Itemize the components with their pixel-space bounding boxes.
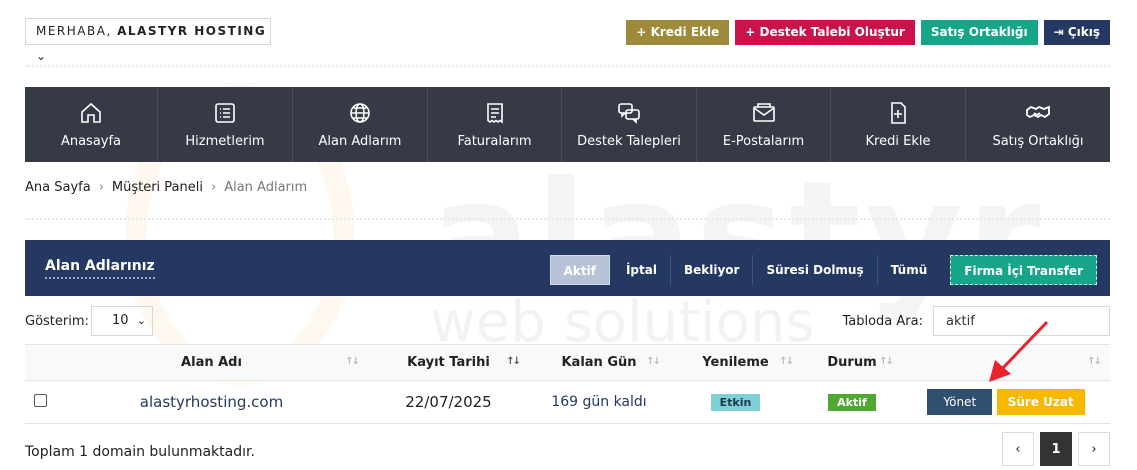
nav-label: Destek Talepleri [577, 133, 681, 149]
next-page-button[interactable]: › [1078, 432, 1110, 466]
mail-icon [752, 102, 775, 122]
filter-tab-cancelled[interactable]: İptal [613, 255, 671, 285]
panel-title: Alan Adlarınız [45, 258, 155, 279]
header-label: Alan Adı [181, 355, 242, 370]
filter-tab-active[interactable]: Aktif [549, 255, 610, 285]
nav-label: Hizmetlerim [185, 133, 265, 149]
nav-label: Satış Ortaklığı [992, 133, 1084, 149]
user-name: ALASTYR HOSTING [117, 24, 267, 38]
nav-item-add-credit[interactable]: Kredi Ekle [831, 87, 966, 162]
page-1-button[interactable]: 1 [1040, 432, 1072, 466]
row-checkbox[interactable] [33, 393, 47, 407]
page-size-select[interactable]: 10 ⌄ [91, 306, 153, 336]
manage-button[interactable]: Yönet [927, 389, 993, 415]
total-count: Toplam 1 domain bulunmaktadır. [25, 444, 255, 460]
extend-button[interactable]: Süre Uzat [996, 389, 1085, 415]
logout-button[interactable]: ⇥ Çıkış [1043, 20, 1110, 45]
status-badge: Aktif [828, 393, 876, 411]
filter-tab-expired[interactable]: Süresi Dolmuş [753, 255, 878, 285]
nav-label: Anasayfa [60, 133, 122, 149]
prev-page-button[interactable]: ‹ [1002, 432, 1034, 466]
watermark-text: alastyr [430, 150, 1045, 324]
table-row: alastyrhosting.com 22/07/2025 169 gün ka… [25, 380, 1110, 424]
top-actions: + Kredi Ekle + Destek Talebi Oluştur Sat… [626, 20, 1110, 45]
pagination: ‹ 1 › [1002, 432, 1110, 466]
handshake-icon [1026, 105, 1050, 118]
actions-cell: Yönet Süre Uzat [902, 380, 1110, 424]
logout-label: Çıkış [1067, 25, 1100, 39]
search-label: Tabloda Ara: [842, 314, 923, 329]
renewal-badge: Etkin [710, 393, 761, 411]
list-icon [215, 102, 235, 123]
header-label: Yenileme [702, 355, 769, 370]
affiliate-button[interactable]: Satış Ortaklığı [920, 20, 1038, 45]
nav-label: Faturalarım [457, 133, 532, 149]
table-header-select [25, 344, 55, 381]
nav-item-emails[interactable]: E-Postalarım [697, 87, 831, 162]
registration-date: 22/07/2025 [368, 380, 529, 424]
logout-icon: ⇥ [1053, 25, 1068, 39]
internal-transfer-button[interactable]: Firma İçi Transfer [950, 255, 1097, 285]
chevron-down-icon: ⌄ [36, 49, 48, 63]
user-menu[interactable]: MERHABA, ALASTYR HOSTING ⌄ [25, 18, 271, 63]
domain-name[interactable]: alastyrhosting.com [55, 380, 368, 424]
table-header-domain[interactable]: Alan Adı ↑↓ [55, 344, 368, 381]
breadcrumb-home-link[interactable]: Ana Sayfa [25, 180, 91, 195]
domains-table: Alan Adı ↑↓ Kayıt Tarihi ↑↓ Kalan Gün ↑↓ Ye… [25, 344, 1110, 424]
renewal-cell: Etkin [669, 380, 802, 424]
filter-tab-pending[interactable]: Bekliyor [671, 255, 754, 285]
show-label: Gösterim: [25, 314, 89, 329]
table-search-input[interactable] [933, 306, 1110, 336]
header-label: Kayıt Tarihi [407, 355, 490, 370]
add-credit-button[interactable]: + Kredi Ekle [626, 20, 730, 45]
table-header-actions: ↑↓ [902, 344, 1110, 381]
nav-label: Alan Adlarım [318, 133, 402, 149]
sort-icon: ↑↓ [1087, 356, 1102, 367]
domains-panel-header: Alan Adlarınız Aktif İptal Bekliyor Süre… [25, 240, 1110, 296]
row-select-cell [25, 380, 55, 424]
main-nav: Anasayfa Hizmetlerim Alan Adlarım Fatura… [25, 87, 1110, 162]
nav-item-domains[interactable]: Alan Adlarım [293, 87, 428, 162]
sort-icon: ↑↓ [506, 356, 521, 367]
chevron-down-icon: ⌄ [136, 314, 146, 327]
nav-label: Kredi Ekle [865, 133, 931, 149]
breadcrumb-panel-link[interactable]: Müşteri Paneli [112, 180, 203, 195]
remaining-days: 169 gün kaldı [529, 380, 669, 424]
home-icon [81, 102, 101, 123]
header-label: Kalan Gün [561, 355, 637, 370]
table-header-renewal[interactable]: Yenileme ↑↓ [669, 344, 802, 381]
nav-item-invoices[interactable]: Faturalarım [428, 87, 562, 162]
chevron-right-icon: › [211, 180, 217, 195]
file-plus-icon [891, 101, 906, 124]
status-cell: Aktif [802, 380, 902, 424]
page-size-value: 10 [112, 313, 129, 328]
breadcrumb: Ana Sayfa › Müşteri Paneli › Alan Adları… [25, 180, 307, 195]
filter-tabs: Aktif İptal Bekliyor Süresi Dolmuş Tümü … [549, 255, 1097, 285]
nav-item-support[interactable]: Destek Talepleri [562, 87, 697, 162]
table-controls: Gösterim: 10 ⌄ Tabloda Ara: [25, 306, 1110, 336]
nav-label: E-Postalarım [722, 133, 805, 149]
table-header-status[interactable]: Durum ↑↓ [802, 344, 902, 381]
sort-icon: ↑↓ [646, 356, 661, 367]
nav-item-services[interactable]: Hizmetlerim [158, 87, 293, 162]
nav-item-affiliate[interactable]: Satış Ortaklığı [966, 87, 1110, 162]
create-ticket-button[interactable]: + Destek Talebi Oluştur [735, 20, 915, 45]
invoice-icon [486, 102, 503, 124]
table-header-remaining[interactable]: Kalan Gün ↑↓ [529, 344, 669, 381]
filter-tab-all[interactable]: Tümü [878, 255, 941, 285]
breadcrumb-current: Alan Adlarım [224, 180, 308, 195]
greeting-prefix: MERHABA, [36, 24, 112, 38]
chevron-right-icon: › [98, 180, 104, 195]
header-label: Durum [827, 355, 877, 370]
divider [25, 65, 1110, 67]
chat-icon [618, 102, 640, 124]
nav-item-home[interactable]: Anasayfa [25, 87, 158, 162]
sort-icon: ↑↓ [879, 356, 894, 367]
table-header-date[interactable]: Kayıt Tarihi ↑↓ [368, 344, 529, 381]
globe-icon [350, 102, 370, 123]
sort-icon: ↑↓ [779, 356, 794, 367]
divider [25, 218, 1110, 220]
page: alastyr web solutions MERHABA, ALASTYR H… [0, 0, 1137, 470]
sort-icon: ↑↓ [345, 356, 360, 367]
